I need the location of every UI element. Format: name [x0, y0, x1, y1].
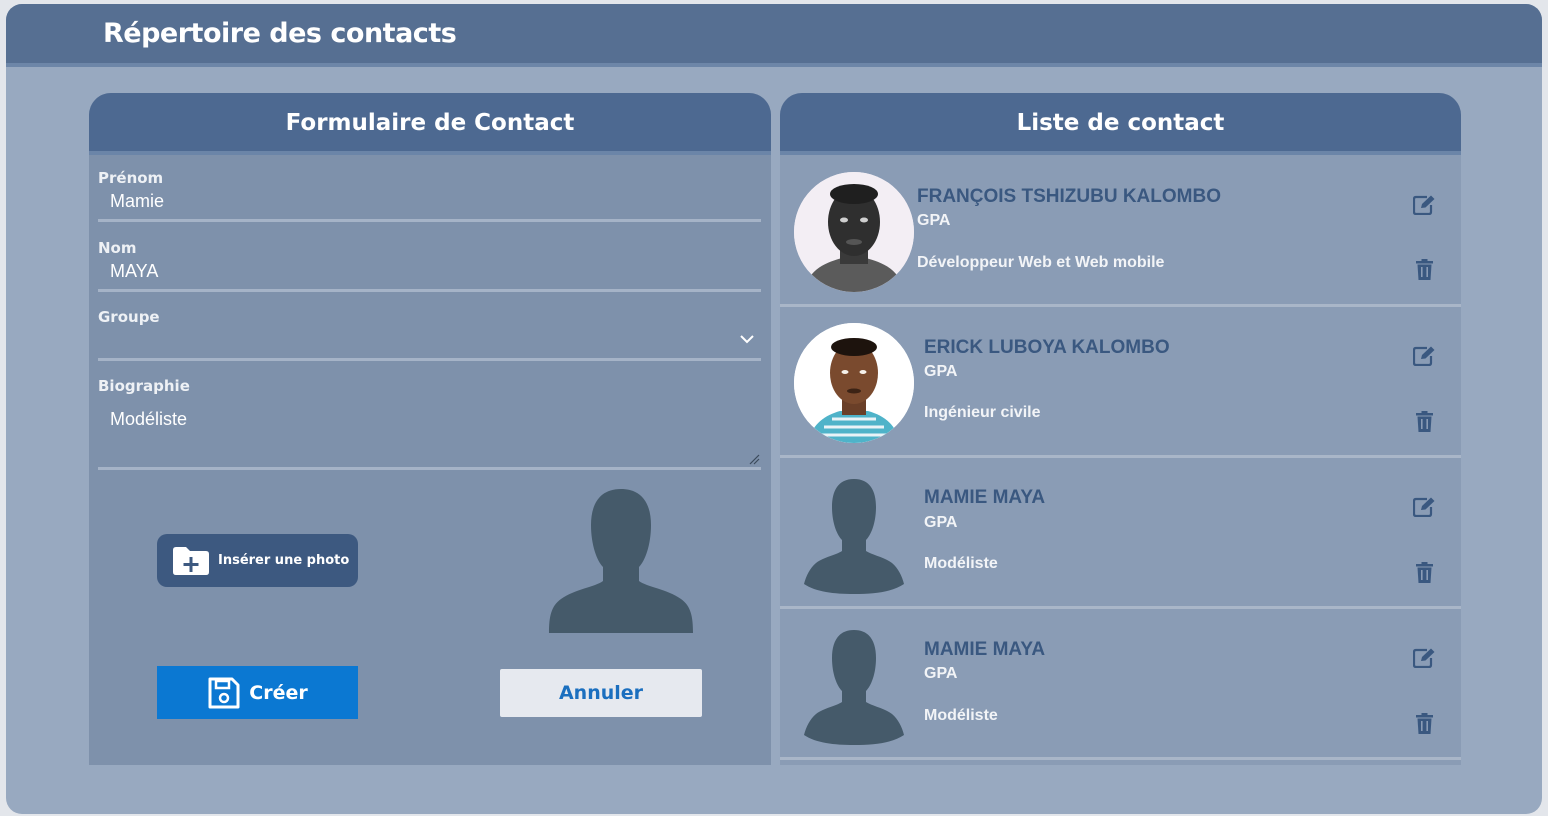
trash-icon[interactable]	[1416, 411, 1433, 432]
contact-card: ERICK LUBOYA KALOMBO GPA Ingénieur civil…	[780, 310, 1461, 458]
user-silhouette-icon	[549, 489, 693, 633]
create-button[interactable]: Créer	[157, 666, 358, 719]
top-bar: Répertoire des contacts	[6, 4, 1542, 67]
contact-name: MAMIE MAYA	[924, 487, 1046, 508]
edit-icon[interactable]	[1413, 346, 1435, 366]
contact-bio: Développeur Web et Web mobile	[917, 254, 1165, 271]
contact-form-panel: Formulaire de Contact Prénom Mamie Nom M…	[89, 93, 771, 765]
trash-icon[interactable]	[1416, 562, 1433, 583]
contact-photo	[794, 172, 914, 292]
contact-bio: Modéliste	[924, 707, 998, 724]
contact-bio: Ingénieur civile	[924, 404, 1041, 421]
resize-handle-icon[interactable]	[748, 453, 760, 465]
user-silhouette-icon	[804, 630, 904, 745]
prenom-field[interactable]: Prénom Mamie	[98, 165, 761, 222]
contact-name: FRANÇOIS TSHIZUBU KALOMBO	[917, 186, 1221, 207]
biographie-textarea[interactable]: Biographie Modéliste	[98, 373, 761, 470]
nom-input[interactable]: MAYA	[110, 261, 158, 282]
nom-field[interactable]: Nom MAYA	[98, 235, 761, 292]
contact-list-panel: Liste de contact FRANÇOIS TSHIZUBU KALOM…	[780, 93, 1461, 765]
contact-photo	[794, 323, 914, 443]
contact-group: GPA	[917, 212, 951, 229]
groupe-select[interactable]: Groupe	[98, 304, 761, 361]
user-silhouette-icon	[804, 479, 904, 594]
chevron-down-icon[interactable]	[739, 334, 755, 344]
groupe-label: Groupe	[98, 308, 160, 326]
cancel-button[interactable]: Annuler	[500, 669, 702, 717]
portrait-photo	[794, 172, 914, 292]
contact-name: MAMIE MAYA	[924, 639, 1046, 660]
contact-group: GPA	[924, 514, 958, 531]
contact-photo	[794, 474, 914, 594]
prenom-label: Prénom	[98, 169, 164, 187]
contact-group: GPA	[924, 665, 958, 682]
contact-card: MAMIE MAYA GPA Modéliste	[780, 461, 1461, 609]
contact-bio: Modéliste	[924, 555, 998, 572]
edit-icon[interactable]	[1413, 195, 1435, 215]
trash-icon[interactable]	[1416, 713, 1433, 734]
trash-icon[interactable]	[1416, 259, 1433, 280]
contact-card: FRANÇOIS TSHIZUBU KALOMBO GPA Développeu…	[780, 159, 1461, 307]
biographie-label: Biographie	[98, 377, 190, 395]
floppy-disk-icon	[208, 677, 240, 708]
insert-photo-label: Insérer une photo	[218, 553, 350, 568]
list-title: Liste de contact	[780, 93, 1461, 155]
edit-icon[interactable]	[1413, 648, 1435, 668]
biographie-value[interactable]: Modéliste	[110, 409, 187, 430]
folder-plus-icon	[173, 546, 209, 575]
contact-card: MAMIE MAYA GPA Modéliste	[780, 612, 1461, 760]
edit-icon[interactable]	[1413, 497, 1435, 517]
portrait-photo	[794, 323, 914, 443]
page-title: Répertoire des contacts	[103, 18, 457, 49]
nom-label: Nom	[98, 239, 137, 257]
form-title: Formulaire de Contact	[89, 93, 771, 155]
contact-name: ERICK LUBOYA KALOMBO	[924, 337, 1170, 358]
create-label: Créer	[249, 681, 308, 704]
insert-photo-button[interactable]: Insérer une photo	[157, 534, 358, 587]
prenom-input[interactable]: Mamie	[110, 191, 164, 212]
app-window: Répertoire des contacts Formulaire de Co…	[6, 4, 1542, 814]
contact-group: GPA	[924, 363, 958, 380]
contact-photo	[794, 625, 914, 745]
